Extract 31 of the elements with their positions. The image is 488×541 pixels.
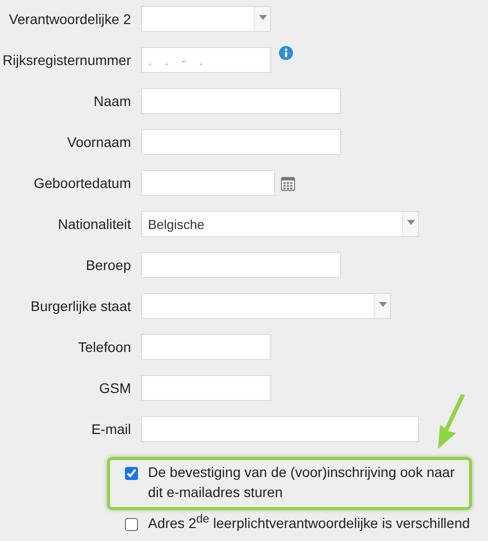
field-label: GSM (98, 380, 132, 396)
select-field[interactable]: Belgische (141, 211, 419, 237)
input-field[interactable] (141, 375, 271, 401)
checkbox[interactable] (125, 467, 138, 480)
info-icon[interactable] (279, 46, 293, 60)
field-label: Rijksregisternummer (2, 52, 132, 68)
date-field[interactable] (141, 170, 275, 196)
checkbox[interactable] (125, 518, 138, 531)
input-field[interactable] (141, 88, 341, 114)
field-label: Voornaam (66, 134, 132, 150)
select-field[interactable] (141, 293, 391, 319)
input-field[interactable]: . . - . (141, 47, 271, 73)
input-field[interactable] (141, 334, 271, 360)
field-label: Geboortedatum (32, 175, 132, 191)
caret-icon (378, 302, 386, 307)
field-label: Naam (92, 93, 132, 109)
caret-icon (406, 220, 414, 225)
checkbox-label[interactable]: De bevestiging van de (voor)inschrijving ook naar dit e-mailadres sturen (148, 462, 461, 502)
field-label: Telefoon (77, 339, 132, 355)
field-label: Beroep (84, 257, 132, 273)
select-field[interactable] (141, 6, 271, 32)
field-label: Burgerlijke staat (30, 298, 132, 314)
calendar-icon[interactable] (281, 176, 295, 190)
input-field[interactable] (141, 252, 341, 278)
field-label: Nationaliteit (56, 216, 132, 232)
checkbox-label[interactable]: Adres 2$^{de}$ leerplichtverantwoordelijke is verschillend (148, 513, 470, 533)
field-label: E-mail (90, 421, 132, 437)
input-field[interactable] (141, 129, 341, 155)
field-label: Verantwoordelijke 2 (8, 11, 132, 27)
input-field[interactable] (141, 416, 419, 442)
caret-icon (258, 15, 266, 20)
